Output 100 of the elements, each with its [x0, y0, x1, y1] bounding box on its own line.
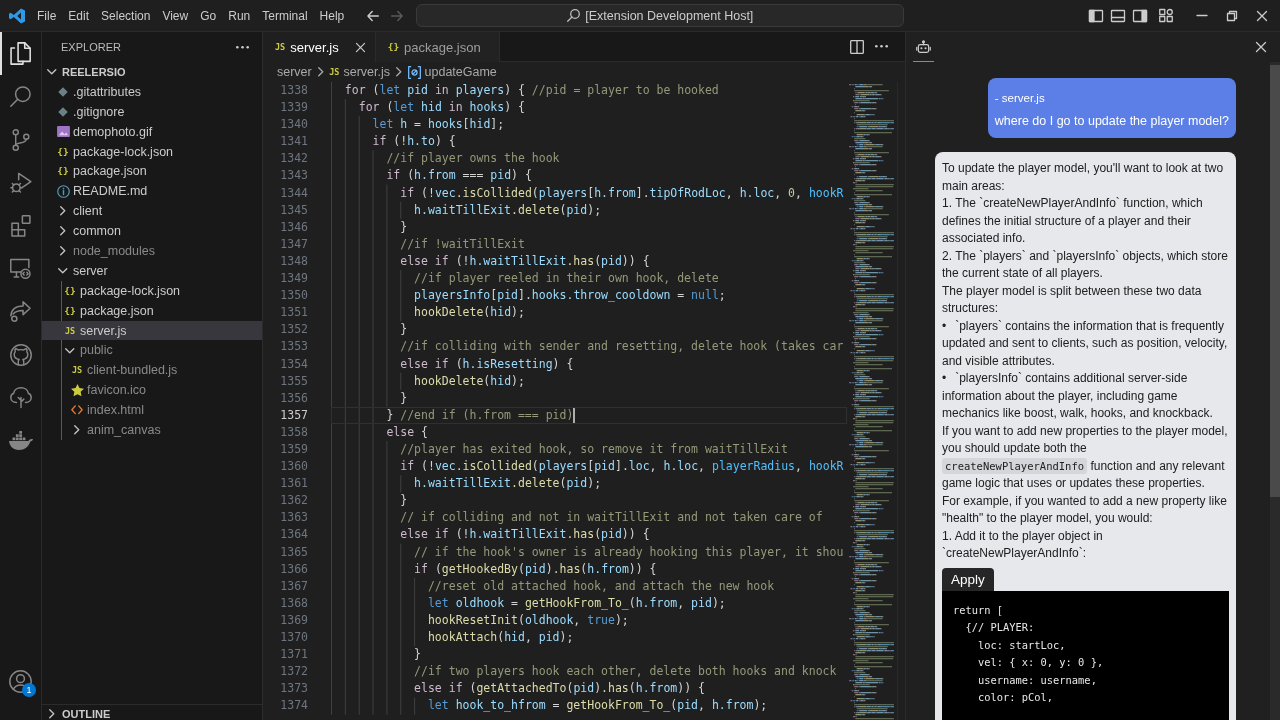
- app-logo-icon: [9, 7, 25, 24]
- paragraph: To update the player model, you'll want to look at two main areas:: [942, 160, 1225, 195]
- tree-item[interactable]: {} package.json: [42, 161, 262, 182]
- menu-item[interactable]: Help: [313, 3, 351, 28]
- close-icon[interactable]: [355, 42, 365, 52]
- code-line: if (h.from === pid) {: [386, 167, 532, 185]
- menu-item[interactable]: Edit: [62, 3, 96, 28]
- tree-icon: [9, 386, 32, 409]
- tree-item[interactable]: public: [42, 340, 262, 361]
- breadcrumb[interactable]: JS server.js: [329, 65, 391, 79]
- menu-item[interactable]: Terminal: [256, 3, 314, 28]
- paragraph: If you want to add new properties to the player model, you should update both the createNewPlayerAndInfo function and any relevant game logic that uses or updates these properties.: [942, 422, 1229, 492]
- secondary-sidebar-layout-icon[interactable]: [1133, 9, 1147, 22]
- tree-item[interactable]: node_modules: [42, 241, 262, 261]
- workspace-folder-header[interactable]: REELERSIO: [42, 62, 262, 82]
- code-line: //if colliding with sender and resetting, delete hook (takes car: [400, 338, 844, 356]
- line-number: 1348: [279, 252, 308, 270]
- file-type-label: {}: [387, 41, 400, 53]
- code-line: h.waitTillExit.delete(pid);: [414, 201, 602, 219]
- line-number: 1363: [279, 509, 308, 527]
- tree-item[interactable]: .gitattributes: [42, 81, 262, 102]
- file-type-label: JS: [275, 41, 286, 53]
- line-number: 1355: [279, 372, 308, 390]
- bracket-symbol-icon: [407, 65, 421, 79]
- minimap-drawing[interactable]: [848, 84, 896, 720]
- line-number: 1356: [279, 389, 308, 407]
- line-number: 1372: [279, 663, 308, 681]
- tree-item[interactable]: {} package-lock.json: [42, 280, 262, 301]
- close-icon[interactable]: [1257, 10, 1267, 21]
- scrollbar-thumb[interactable]: [1270, 65, 1280, 497]
- robot-icon: [916, 40, 931, 53]
- code-line: else {: [386, 423, 428, 441]
- command-center[interactable]: [Extension Development Host]: [416, 4, 905, 27]
- code-line: hookDelete(hid);: [414, 372, 525, 390]
- star-icon: [70, 384, 84, 397]
- line-number: 1359: [279, 440, 308, 458]
- restore-icon[interactable]: [1227, 10, 1237, 21]
- tree-item[interactable]: README.md: [42, 181, 262, 202]
- paragraph: 1. The `createNewPlayerAndInfo` function, which defines the initial structure of a player and their associated info.: [942, 195, 1204, 247]
- split-editor-icon[interactable]: [850, 39, 864, 54]
- apply-button[interactable]: Apply: [942, 567, 994, 591]
- tree-item[interactable]: demophoto.gif: [42, 121, 262, 142]
- sidebar-title: EXPLORER: [61, 41, 121, 53]
- primary-sidebar-layout-icon[interactable]: [1089, 9, 1103, 22]
- panel-layout-icon[interactable]: [1111, 9, 1125, 22]
- paragraph: The player model is split between these two data structures:: [942, 282, 1203, 317]
- tree-item[interactable]: {} package-lock.json: [42, 141, 262, 162]
- search-icon: [10, 86, 31, 107]
- line-number: 1361: [279, 475, 308, 493]
- tree-item[interactable]: common: [42, 221, 262, 241]
- line-number: 1357: [279, 406, 308, 424]
- code-line: // if colliding and not in waitTillExit and not taken care of: [400, 509, 823, 527]
- tree-item[interactable]: anim_canvas: [42, 420, 262, 440]
- line-number: 1351: [279, 304, 308, 322]
- more-icon[interactable]: [236, 45, 249, 49]
- diamond-icon: [58, 106, 68, 117]
- arrow-left-icon[interactable]: [367, 10, 380, 21]
- context-label: - server.js: [994, 91, 1046, 106]
- line-number: 1368: [279, 594, 308, 612]
- menu-item[interactable]: Selection: [95, 3, 157, 28]
- tree-item[interactable]: JS server.js: [42, 320, 262, 341]
- tree-item[interactable]: index.html: [42, 400, 262, 421]
- tree-item[interactable]: JS client-bundled.js: [42, 360, 262, 381]
- code-line: }: [400, 218, 408, 236]
- code-line: if (!vec.isCollided(players[pid].loc, h.loc, playerRadius, hookR: [400, 458, 844, 476]
- breadcrumb[interactable]: server: [277, 65, 312, 79]
- tree-item[interactable]: favicon.ico: [42, 380, 262, 401]
- line-number: 1345: [279, 201, 308, 219]
- menu-item[interactable]: File: [31, 3, 63, 28]
- code-line: //player has exited hook, so remove it from waitTillExit: [400, 440, 788, 458]
- close-icon[interactable]: [1256, 42, 1266, 52]
- editor-tab[interactable]: JS server.js: [263, 32, 376, 62]
- file-type-label: {}: [64, 284, 76, 297]
- tree-item[interactable]: .gitignore: [42, 101, 262, 122]
- code-line: let h = hooks[hid];: [372, 116, 505, 134]
- menu-item[interactable]: Run: [222, 3, 257, 28]
- account-icon[interactable]: [9, 670, 32, 693]
- play-bug-icon: [9, 172, 32, 193]
- tree-item[interactable]: server: [42, 260, 262, 281]
- menu-item[interactable]: View: [156, 3, 195, 28]
- curved-arrow-icon: [10, 301, 31, 322]
- code-line: hookResetInit(oldhook, true);: [427, 611, 629, 629]
- menu-item[interactable]: Go: [194, 3, 223, 28]
- customize-layout-icon[interactable]: [1159, 9, 1173, 22]
- tree-item[interactable]: {} package.json: [42, 300, 262, 321]
- list-item: • `playersInfo` contains additional server-side information about the player, including game mechanics like boost, walk, hooks, and knockback.: [942, 370, 1214, 422]
- text-cursor: [573, 407, 576, 423]
- editor-tab[interactable]: {} package.json: [375, 32, 500, 62]
- line-number: 1349: [279, 270, 308, 288]
- cat-icon: [9, 343, 32, 366]
- code-line: }: [414, 646, 422, 664]
- code-line: hookAttach(hid, pid);: [427, 629, 574, 646]
- file-type-label: JS: [64, 324, 76, 337]
- tree-item[interactable]: client: [42, 201, 262, 222]
- outline-section-header[interactable]: OUTLINE: [42, 704, 262, 720]
- breadcrumb[interactable]: updateGame: [407, 65, 497, 79]
- line-number: 1353: [279, 338, 308, 356]
- code-line: }: [400, 389, 408, 407]
- more-icon[interactable]: [875, 45, 888, 48]
- code-line: return [: [953, 602, 1005, 618]
